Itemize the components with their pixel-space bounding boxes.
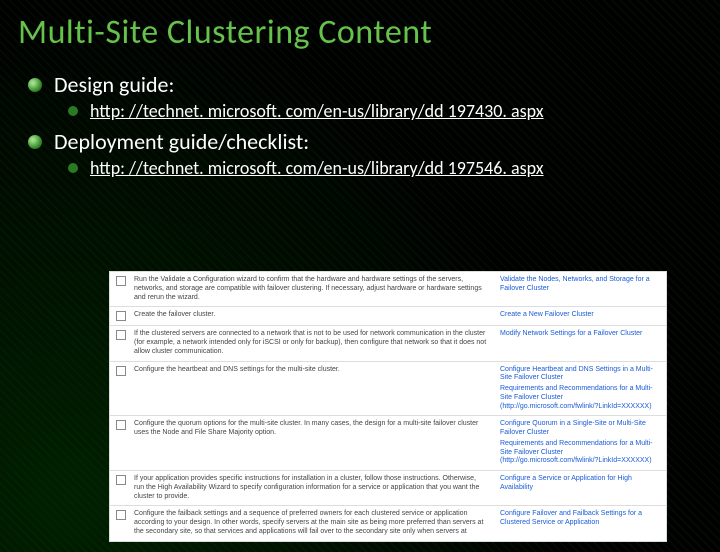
sub-bullet-icon — [68, 106, 78, 116]
table-row: If the clustered servers are connected t… — [110, 325, 666, 360]
sub-bullet-item: http: //technet. microsoft. com/en-us/li… — [68, 157, 720, 179]
step-text: Run the Validate a Configuration wizard … — [132, 272, 494, 306]
step-link[interactable]: Modify Network Settings for a Failover C… — [494, 326, 666, 360]
table-row: Configure the heartbeat and DNS settings… — [110, 361, 666, 416]
bullet-label: Design guide: — [54, 71, 174, 98]
checkbox-icon[interactable] — [116, 276, 126, 286]
checkbox-icon[interactable] — [116, 510, 126, 520]
checkbox-icon[interactable] — [116, 420, 126, 430]
step-link[interactable]: Configure Heartbeat and DNS Settings in … — [500, 366, 653, 382]
step-link[interactable]: Configure Failover and Failback Settings… — [494, 506, 666, 540]
checkbox-icon[interactable] — [116, 366, 126, 376]
step-link[interactable]: Validate the Nodes, Networks, and Storag… — [494, 272, 666, 306]
checkbox-icon[interactable] — [116, 311, 126, 321]
table-row: Create the failover cluster. Create a Ne… — [110, 306, 666, 325]
bullet-label: Deployment guide/checklist: — [54, 128, 309, 155]
checkbox-icon[interactable] — [116, 330, 126, 340]
sub-bullet-item: http: //technet. microsoft. com/en-us/li… — [68, 100, 720, 122]
slide-title: Multi-Site Clustering Content — [18, 12, 720, 53]
checkbox-cell — [110, 471, 132, 505]
step-text: If the clustered servers are connected t… — [132, 326, 494, 360]
step-link-cell: Configure Heartbeat and DNS Settings in … — [494, 362, 666, 416]
bullet-icon — [28, 135, 42, 149]
step-text: Create the failover cluster. — [132, 307, 494, 325]
step-text-span: Configure the quorum options for the mul… — [134, 420, 478, 436]
checkbox-cell — [110, 307, 132, 325]
step-link[interactable]: Configure Quorum in a Single-Site or Mul… — [500, 420, 646, 436]
bullet-list: Design guide: http: //technet. microsoft… — [28, 71, 720, 179]
table-row: Configure the quorum options for the mul… — [110, 415, 666, 470]
checkbox-cell — [110, 326, 132, 360]
step-text: If your application provides specific in… — [132, 471, 494, 505]
bullet-icon — [28, 78, 42, 92]
design-guide-link[interactable]: http: //technet. microsoft. com/en-us/li… — [90, 100, 544, 122]
checkbox-cell — [110, 506, 132, 540]
checkbox-cell — [110, 362, 132, 416]
checkbox-cell — [110, 272, 132, 306]
sub-bullet-icon — [68, 163, 78, 173]
checkbox-icon[interactable] — [116, 475, 126, 485]
step-text: Configure the failback settings and a se… — [132, 506, 494, 540]
step-text: Configure the quorum options for the mul… — [132, 416, 494, 470]
step-link[interactable]: Configure a Service or Application for H… — [494, 471, 666, 505]
table-row: If your application provides specific in… — [110, 470, 666, 505]
table-row: Run the Validate a Configuration wizard … — [110, 272, 666, 306]
step-sublink[interactable]: Requirements and Recommendations for a M… — [500, 385, 660, 411]
deployment-guide-link[interactable]: http: //technet. microsoft. com/en-us/li… — [90, 157, 544, 179]
step-link[interactable]: Create a New Failover Cluster — [494, 307, 666, 325]
bullet-item: Design guide: — [28, 71, 720, 98]
bullet-item: Deployment guide/checklist: — [28, 128, 720, 155]
table-row: Configure the failback settings and a se… — [110, 505, 666, 540]
step-link-cell: Configure Quorum in a Single-Site or Mul… — [494, 416, 666, 470]
checkbox-cell — [110, 416, 132, 470]
step-text: Configure the heartbeat and DNS settings… — [132, 362, 494, 416]
checklist-table: Run the Validate a Configuration wizard … — [110, 272, 666, 541]
step-sublink[interactable]: Requirements and Recommendations for a M… — [500, 440, 660, 466]
